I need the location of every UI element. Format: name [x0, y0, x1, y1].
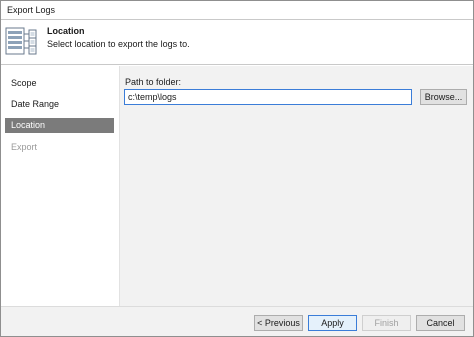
browse-button[interactable]: Browse...	[420, 89, 467, 105]
export-logs-icon	[5, 27, 37, 55]
sidebar-item-export: Export	[11, 142, 38, 152]
cancel-button[interactable]: Cancel	[416, 315, 465, 331]
apply-button[interactable]: Apply	[308, 315, 357, 331]
sidebar-item-location[interactable]: Location	[5, 118, 114, 133]
previous-button[interactable]: < Previous	[254, 315, 303, 331]
export-logs-window: Export Logs Location Select location to …	[0, 0, 474, 337]
location-panel: Path to folder: Browse...	[119, 66, 473, 306]
wizard-header: Location Select location to export the l…	[1, 20, 473, 65]
path-to-folder-label: Path to folder:	[125, 77, 182, 87]
sidebar-item-date-range[interactable]: Date Range	[5, 97, 114, 112]
window-title: Export Logs	[7, 5, 56, 15]
finish-button: Finish	[362, 315, 411, 331]
wizard-steps-sidebar: Scope Date Range Location Export	[1, 66, 119, 306]
sidebar-item-scope[interactable]: Scope	[5, 76, 114, 91]
path-to-folder-input[interactable]	[124, 89, 412, 105]
header-description: Select location to export the logs to.	[47, 39, 190, 49]
title-bar: Export Logs	[1, 1, 473, 20]
header-title: Location	[47, 26, 85, 36]
wizard-footer: < Previous Apply Finish Cancel	[1, 306, 473, 336]
